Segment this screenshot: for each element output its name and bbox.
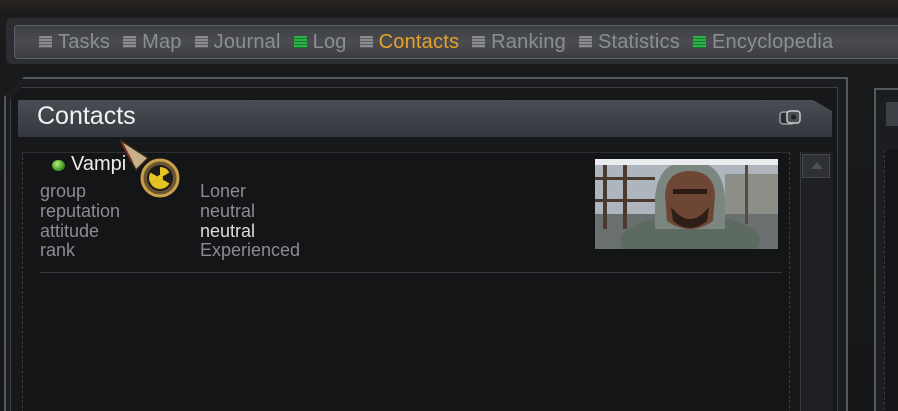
document-icon: [194, 36, 208, 48]
tab-label: Statistics: [597, 30, 680, 53]
pda-screen: Tasks Map Journal Log Contacts Ranking S…: [0, 0, 898, 411]
scrollbar[interactable]: [800, 152, 833, 411]
contact-portrait: [595, 159, 778, 249]
tab-label: Tasks: [58, 30, 111, 53]
tab-contacts[interactable]: Contacts: [359, 30, 460, 54]
tab-label: Log: [312, 30, 347, 53]
tab-label: Ranking: [491, 30, 566, 53]
tab-ranking[interactable]: Ranking: [472, 31, 566, 54]
tab-map[interactable]: Map: [123, 31, 182, 54]
attr-label-reputation: reputation: [40, 201, 121, 221]
attr-value-rank: Experienced: [200, 240, 301, 260]
attr-value-group: Loner: [200, 181, 247, 201]
document-icon: [472, 36, 486, 48]
tab-label: Map: [142, 30, 182, 53]
tab-label: Encyclopedia: [711, 30, 834, 53]
panel-header: [18, 100, 832, 137]
tab-tasks[interactable]: Tasks: [39, 31, 110, 54]
attr-label-rank: rank: [40, 240, 76, 260]
document-icon: [123, 36, 137, 48]
row-divider: [40, 272, 782, 273]
tab-label: Contacts: [378, 30, 460, 53]
tab-encyclopedia[interactable]: Encyclopedia: [692, 30, 834, 54]
side-panel-list: [884, 150, 898, 411]
attr-label-attitude: attitude: [40, 221, 100, 241]
attr-value-attitude: neutral: [200, 221, 256, 241]
document-new-icon: [692, 36, 706, 48]
document-icon: [39, 36, 52, 48]
tab-log[interactable]: Log: [293, 30, 347, 54]
radiation-cursor-icon: [119, 140, 180, 198]
tab-journal[interactable]: Journal: [194, 30, 281, 54]
document-icon: [359, 36, 373, 48]
side-panel-header: [886, 102, 898, 126]
document-new-icon: [293, 36, 307, 48]
tab-label: Journal: [213, 30, 281, 53]
online-dot-icon: [52, 160, 65, 171]
gear-icon[interactable]: [779, 109, 801, 127]
panel-title: Contacts: [37, 102, 136, 130]
scroll-up-button[interactable]: [802, 154, 830, 178]
tab-statistics[interactable]: Statistics: [578, 30, 680, 54]
attr-label-group: group: [40, 181, 87, 201]
tab-strip: Tasks Map Journal Log Contacts Ranking S…: [14, 25, 898, 59]
attr-value-reputation: neutral: [200, 201, 256, 221]
document-icon: [578, 36, 592, 48]
